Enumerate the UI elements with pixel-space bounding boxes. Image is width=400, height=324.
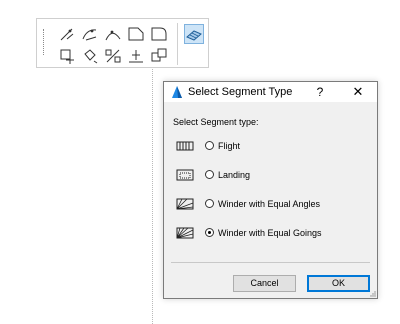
option-label: Landing: [218, 170, 251, 180]
rotate-shape-icon[interactable]: [80, 46, 100, 66]
duplicate-shape-icon[interactable]: [149, 46, 169, 66]
toolbar-separator: [177, 23, 178, 65]
dialog-title: Select Segment Type: [188, 86, 293, 98]
option-label: Flight: [218, 141, 241, 151]
ok-button[interactable]: OK: [307, 275, 370, 292]
cancel-button[interactable]: Cancel: [233, 275, 296, 292]
chamfer-corner-icon[interactable]: [126, 24, 146, 44]
option-label: Winder with Equal Angles: [218, 199, 321, 209]
winder-equal-angles-icon: [176, 198, 194, 210]
line-node-icon[interactable]: [57, 24, 77, 44]
option-label: Winder with Equal Goings: [218, 228, 322, 238]
radio-flight[interactable]: [205, 141, 214, 150]
palette-drag-handle[interactable]: [43, 29, 46, 55]
option-flight[interactable]: Flight: [176, 140, 366, 154]
dialog-divider: [171, 262, 370, 263]
curve-node-icon[interactable]: [103, 24, 123, 44]
move-node-icon[interactable]: [57, 46, 77, 66]
select-segment-type-dialog: Select Segment Type ? ✕ Select Segment t…: [163, 81, 378, 299]
dotted-guide-line: [152, 60, 153, 324]
close-button[interactable]: ✕: [350, 84, 366, 100]
split-segment-icon[interactable]: [103, 46, 123, 66]
resize-grip-icon[interactable]: [368, 289, 376, 297]
radio-landing[interactable]: [205, 170, 214, 179]
edit-palette: [36, 18, 209, 68]
option-winder-equal-goings[interactable]: Winder with Equal Goings: [176, 227, 366, 241]
section-label: Select Segment type:: [173, 117, 259, 127]
winder-equal-goings-icon: [176, 227, 194, 239]
align-segment-icon[interactable]: [126, 46, 146, 66]
radio-winder-equal-angles[interactable]: [205, 199, 214, 208]
arc-node-icon[interactable]: [80, 24, 100, 44]
flight-icon: [176, 141, 194, 151]
option-landing[interactable]: Landing: [176, 169, 366, 183]
dialog-titlebar[interactable]: Select Segment Type ? ✕: [164, 82, 377, 102]
landing-icon: [176, 169, 194, 181]
option-winder-equal-angles[interactable]: Winder with Equal Angles: [176, 198, 366, 212]
archicad-app-icon: [172, 86, 182, 98]
segment-type-icon[interactable]: [184, 24, 204, 44]
help-button[interactable]: ?: [312, 84, 328, 100]
fillet-corner-icon[interactable]: [149, 24, 169, 44]
radio-winder-equal-goings[interactable]: [205, 228, 214, 237]
